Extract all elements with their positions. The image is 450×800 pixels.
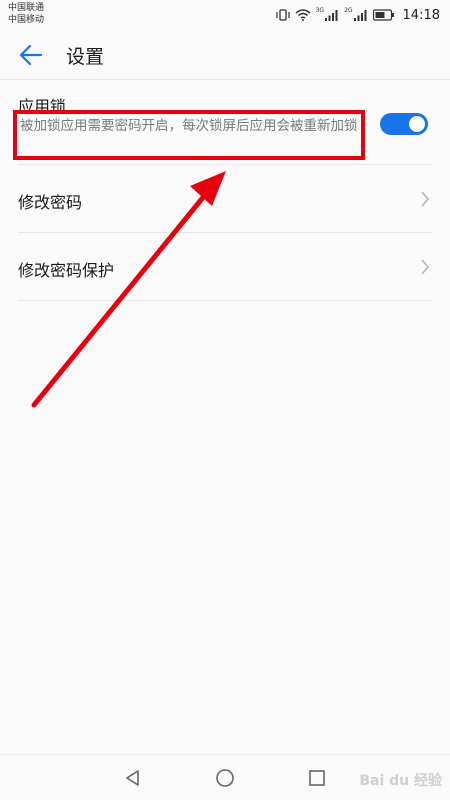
- status-bar: 中国联通 中国移动 3G 2G 14:18: [0, 0, 450, 30]
- network-type-2: 2G: [344, 6, 353, 14]
- carrier-name-1: 中国联通: [8, 3, 45, 13]
- status-time: 14:18: [402, 7, 440, 23]
- back-button[interactable]: [16, 42, 46, 68]
- list-item-change-password-protection[interactable]: 修改密码保护: [18, 233, 432, 301]
- page-title: 设置: [66, 46, 105, 68]
- watermark: Bai du 经验: [359, 773, 442, 789]
- battery-icon: [372, 9, 394, 21]
- nav-recent-button[interactable]: [304, 765, 330, 791]
- circle-home-icon: [216, 769, 234, 787]
- status-icons: 3G 2G 14:18: [275, 6, 440, 24]
- navigation-bar: Bai du 经验: [0, 754, 450, 800]
- change-password-label: 修改密码: [18, 193, 83, 212]
- chevron-right-icon: [421, 259, 430, 275]
- toggle-knob: [409, 116, 425, 132]
- nav-back-button[interactable]: [120, 765, 146, 791]
- square-recent-icon: [309, 770, 325, 786]
- chevron-right-icon: [421, 191, 430, 207]
- app-lock-toggle[interactable]: [380, 113, 428, 135]
- change-password-protection-label: 修改密码保护: [18, 261, 115, 280]
- wifi-icon: [295, 9, 311, 21]
- carrier-name-2: 中国移动: [8, 15, 45, 25]
- arrow-left-icon: [19, 44, 43, 66]
- annotation-highlight-box: [13, 110, 365, 160]
- app-header: 设置: [0, 30, 450, 80]
- vibrate-icon: [275, 9, 290, 21]
- signal-icon-1: [325, 10, 338, 21]
- triangle-back-icon: [126, 770, 139, 786]
- signal-icon-2: [353, 10, 367, 21]
- network-type-1: 3G: [315, 6, 325, 14]
- nav-home-button[interactable]: [212, 765, 238, 791]
- list-item-change-password[interactable]: 修改密码: [18, 165, 432, 233]
- screen: 中国联通 中国移动 3G 2G 14:18 设置 应用锁 被加锁应用需要密码开启…: [0, 0, 450, 800]
